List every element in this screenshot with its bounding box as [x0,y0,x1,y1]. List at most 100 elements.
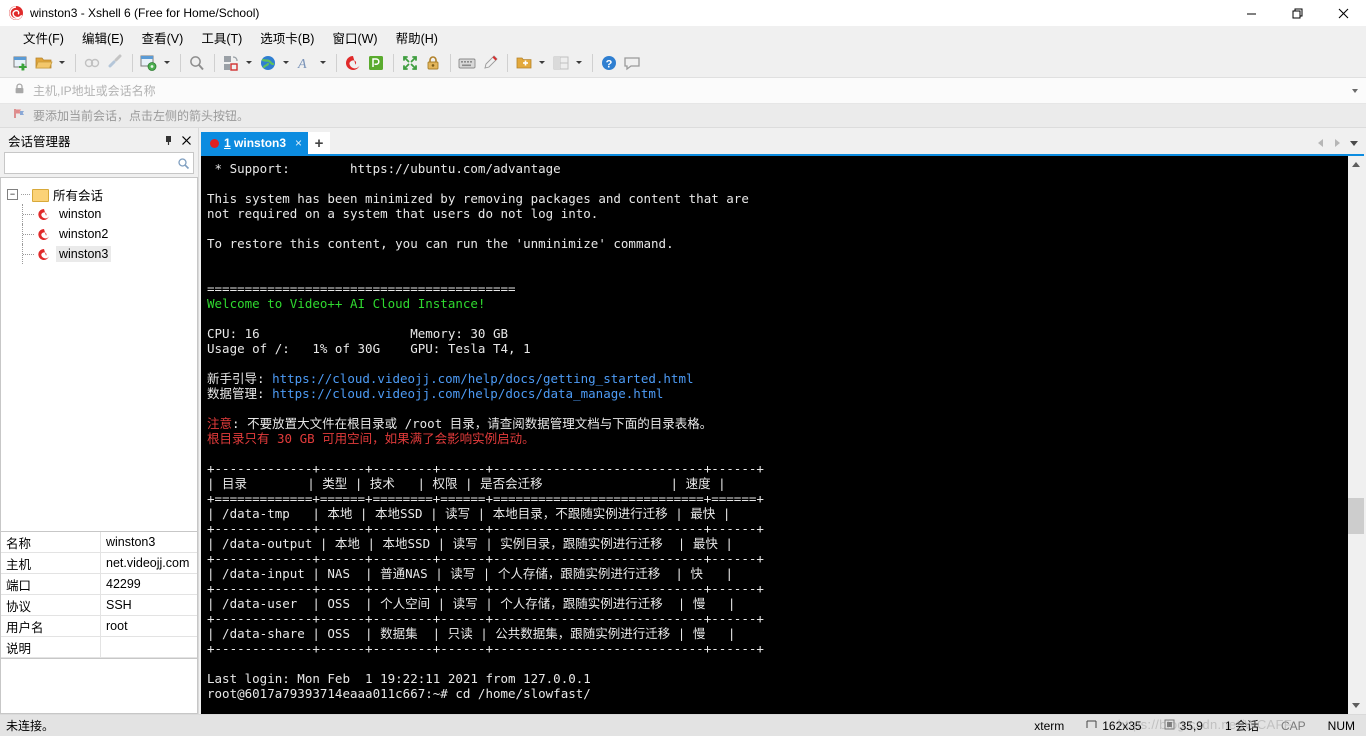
open-folder-dropdown-icon[interactable] [56,52,67,74]
terminal-output[interactable]: * Support: https://ubuntu.com/advantage … [201,156,1347,714]
property-value: root [106,619,128,633]
xftp-icon[interactable] [365,52,387,74]
session-search-input[interactable] [5,156,173,170]
tab-close-icon[interactable]: × [293,136,304,150]
font-icon[interactable]: A [294,52,316,74]
keyboard-icon[interactable] [456,52,478,74]
terminal-text: | /data-tmp | 本地 | 本地SSD | 读写 | 本地目录，不跟随… [207,506,731,521]
feedback-icon[interactable] [621,52,643,74]
globe-dropdown-icon[interactable] [280,52,291,74]
close-button[interactable] [1320,0,1366,26]
scroll-up-icon[interactable] [1348,156,1364,173]
terminal-size: 162x35 [1102,718,1142,733]
tree-expander-icon[interactable]: − [7,188,18,200]
session-properties-grid: 名称 winston3 主机 net.videojj.com 端口 42299 … [0,531,198,659]
terminal-container: * Support: https://ubuntu.com/advantage … [201,154,1364,714]
font-dropdown-icon[interactable] [317,52,328,74]
fullscreen-icon[interactable] [399,52,421,74]
session-search-box[interactable] [4,152,194,174]
terminal-line: | /data-user | OSS | 个人空间 | 读写 | 个人存储，跟随… [207,596,1347,611]
session-tree: − 所有会话 winston winston2 winston3 [0,177,198,531]
terminal-text: | /data-input | NAS | 普通NAS | 读写 | 个人存储，… [207,566,734,581]
toolbar-separator [450,53,451,72]
find-icon[interactable] [186,52,208,74]
terminal-line: | 目录 | 类型 | 技术 | 权限 | 是否会迁移 | 速度 | [207,476,1347,491]
terminal-line: Usage of /: 1% of 30G GPU: Tesla T4, 1 [207,341,1347,356]
scrollbar-track[interactable] [1348,173,1364,697]
menu-edit[interactable]: 编辑(E) [73,26,133,49]
terminal-text: root@6017a79393714eaaa011c667:~# cd /hom… [207,686,591,701]
session-manager-header: 会话管理器 [0,128,198,152]
property-value: SSH [106,598,132,612]
sidebar-item-winston[interactable]: winston [1,204,197,224]
terminal-text: : 不要放置大文件在根目录或 /root 目录，请查阅数据管理文档与下面的目录表… [232,416,713,431]
property-key: 名称 [1,532,101,552]
chevron-left-icon[interactable] [1313,135,1327,151]
pin-icon[interactable] [160,132,176,148]
terminal-line: +-------------+------+--------+------+--… [207,551,1347,566]
menu-tabs[interactable]: 选项卡(B) [251,26,323,49]
window-title: winston3 - Xshell 6 (Free for Home/Schoo… [30,6,260,20]
terminal-text: 注意 [207,416,233,431]
new-tab-button[interactable]: + [308,132,331,154]
terminal-text: +-------------+------+--------+------+--… [207,641,764,656]
globe-icon[interactable] [257,52,279,74]
minimize-button[interactable] [1228,0,1274,26]
menu-tools[interactable]: 工具(T) [192,26,251,49]
terminal-text: ========================================… [207,281,516,296]
maximize-button[interactable] [1274,0,1320,26]
transfer-dropdown-icon[interactable] [243,52,254,74]
terminal-line: 新手引导: https://cloud.videojj.com/help/doc… [207,371,1347,386]
cursor-position: 35,9 [1179,718,1203,733]
tab-strip: 1 winston3 × + [201,132,1364,154]
add-folder-dropdown-icon[interactable] [536,52,547,74]
properties-icon[interactable] [138,52,160,74]
transfer-icon[interactable] [220,52,242,74]
sidebar-item-winston2[interactable]: winston2 [1,224,197,244]
scroll-down-icon[interactable] [1348,697,1364,714]
address-input[interactable] [26,83,1344,98]
tree-connector [23,213,34,215]
folder-icon [32,188,49,202]
new-session-icon[interactable] [10,52,32,74]
tree-root-all-sessions[interactable]: − 所有会话 [1,184,197,204]
add-folder-icon[interactable] [513,52,535,74]
lock-icon[interactable] [422,52,444,74]
sidebar-item-winston3[interactable]: winston3 [1,244,197,264]
chevron-down-icon[interactable] [1344,79,1366,103]
tab-strip-controls [1313,132,1364,154]
chevron-right-icon[interactable] [1330,135,1344,151]
highlight-icon[interactable] [479,52,501,74]
terminal-scrollbar[interactable] [1347,156,1364,714]
disconnect-icon [104,52,126,74]
terminal-text: This system has been minimized by removi… [207,191,749,206]
menu-file[interactable]: 文件(F) [14,26,73,49]
chevron-down-icon[interactable] [1347,135,1361,151]
terminal-line: +=============+======+========+======+==… [207,491,1347,506]
terminal-text: +-------------+------+--------+------+--… [207,521,764,536]
xshell-icon[interactable] [342,52,364,74]
menu-view[interactable]: 查看(V) [133,26,193,49]
session-label: winston3 [56,246,112,262]
menu-window[interactable]: 窗口(W) [323,26,386,49]
terminal-text: +-------------+------+--------+------+--… [207,581,764,596]
session-count: 1 会话 [1224,719,1259,733]
terminal-line: CPU: 16 Memory: 30 GB [207,326,1347,341]
close-panel-icon[interactable] [178,132,194,148]
tab-winston3[interactable]: 1 winston3 × [201,132,309,154]
properties-dropdown-icon[interactable] [161,52,172,74]
help-icon[interactable]: ? [598,52,620,74]
property-key: 协议 [1,595,101,615]
layout-icon [550,52,572,74]
open-folder-icon[interactable] [33,52,55,74]
menu-help[interactable]: 帮助(H) [387,26,447,49]
terminal-text: https://cloud.videojj.com/help/docs/data… [272,386,664,401]
layout-dropdown-icon[interactable] [573,52,584,74]
search-icon[interactable] [173,157,193,170]
toolbar-separator [507,53,508,72]
scrollbar-thumb[interactable] [1348,497,1364,534]
